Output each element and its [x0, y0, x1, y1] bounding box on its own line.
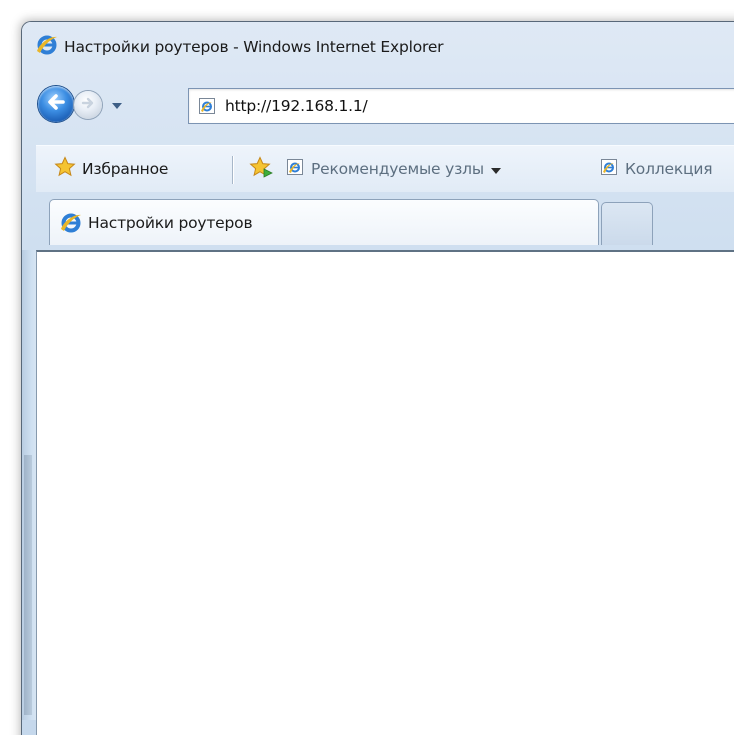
suggested-sites-item[interactable]: Рекомендуемые узлы — [286, 146, 501, 192]
forward-button[interactable] — [74, 91, 102, 119]
back-arrow-icon — [44, 90, 68, 118]
recent-pages-dropdown[interactable] — [110, 98, 124, 112]
suggested-sites-label: Рекомендуемые узлы — [311, 160, 484, 178]
favorites-star-icon — [54, 156, 76, 182]
address-bar[interactable]: http://192.168.1.1/ — [188, 88, 734, 124]
favorites-button[interactable]: Избранное — [54, 146, 168, 192]
ie-page-icon — [286, 158, 304, 180]
tab-router-settings[interactable]: Настройки роутеров — [49, 199, 599, 245]
ie-page-icon — [600, 158, 618, 180]
ie-logo-icon — [60, 212, 82, 234]
tab-strip: Настройки роутеров — [36, 192, 734, 245]
ie-page-icon — [198, 97, 216, 115]
forward-arrow-icon — [79, 94, 97, 116]
title-bar: Настройки роутеров - Windows Internet Ex… — [36, 34, 444, 60]
chevron-down-icon — [111, 96, 123, 115]
address-url[interactable]: http://192.168.1.1/ — [225, 97, 368, 115]
favorites-bar: Избранное Рекомендуемые узлы Коллекция — [36, 145, 734, 192]
navigation-bar: http://192.168.1.1/ — [36, 84, 734, 130]
gallery-label: Коллекция — [625, 160, 713, 178]
gallery-item[interactable]: Коллекция — [600, 146, 713, 192]
new-tab-button[interactable] — [601, 202, 653, 245]
window-left-border-shadow — [24, 455, 32, 715]
favorites-separator — [232, 156, 233, 184]
screenshot-stage: Настройки роутеров - Windows Internet Ex… — [0, 0, 734, 735]
window-title: Настройки роутеров - Windows Internet Ex… — [64, 38, 444, 56]
ie-logo-icon — [36, 34, 58, 60]
add-to-favorites-bar-button[interactable] — [249, 146, 273, 192]
back-button[interactable] — [38, 86, 74, 122]
add-favorite-star-icon — [249, 156, 273, 182]
tab-label: Настройки роутеров — [88, 213, 253, 232]
favorites-label: Избранное — [82, 160, 169, 178]
page-content-area[interactable] — [36, 250, 734, 735]
chevron-down-icon — [490, 160, 501, 179]
